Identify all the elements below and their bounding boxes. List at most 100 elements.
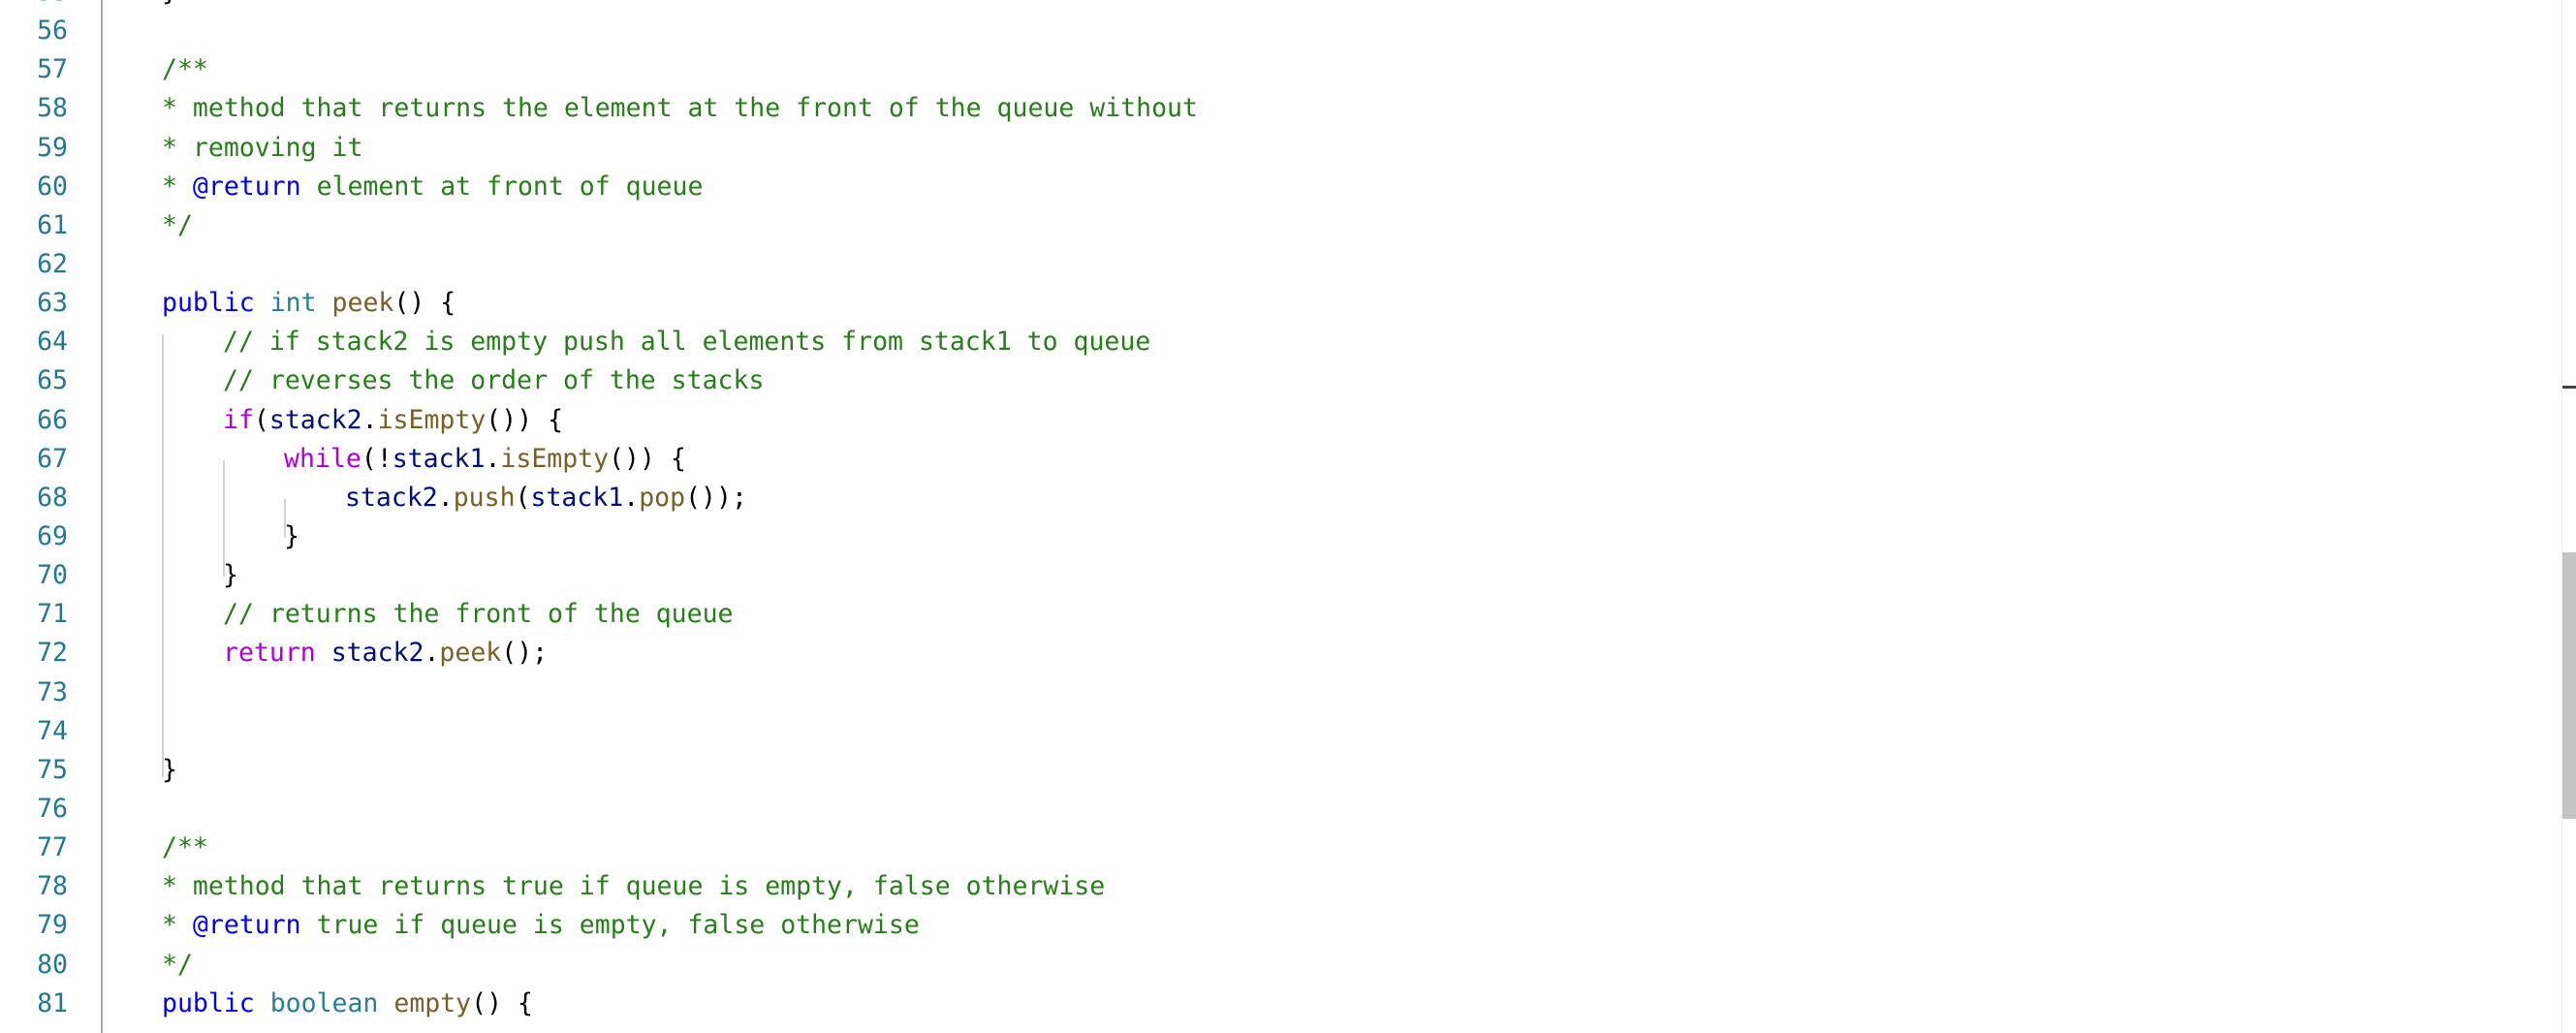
line-number: 70 (37, 560, 68, 591)
code-token: * method that returns true if queue is e… (162, 871, 1106, 902)
code-token: } (162, 754, 177, 785)
line-number: 65 (37, 365, 68, 396)
indent-guide (162, 334, 164, 777)
code-token: isEmpty (500, 443, 610, 474)
code-line[interactable]: 70} (0, 556, 2559, 595)
code-token: ( (253, 404, 269, 435)
line-code: // reverses the order of the stacks (223, 361, 764, 400)
code-line[interactable]: 74 (0, 712, 2559, 751)
code-line[interactable]: 68 stack2.push(stack1.pop()); (0, 479, 2559, 517)
line-code: return stack2.peek(); (223, 634, 548, 673)
code-line[interactable]: 73 (0, 673, 2559, 712)
code-token: () { (471, 987, 533, 1018)
code-line[interactable]: 65 // reverses the order of the stacks (0, 361, 2559, 400)
code-token: // returns the front of the queue (223, 599, 734, 630)
code-line[interactable]: 67 while(!stack1.isEmpty()) { (0, 440, 2559, 479)
line-code: } (162, 751, 177, 790)
code-token: . (424, 638, 440, 669)
code-line[interactable]: 75} (0, 751, 2559, 790)
code-token: pop (639, 482, 686, 513)
code-line[interactable]: 81 public boolean empty() { (0, 985, 2559, 1023)
line-code: * method that returns true if queue is e… (162, 867, 1105, 906)
code-token: */ (162, 949, 193, 980)
line-code: } (162, 0, 177, 12)
line-code: while(!stack1.isEmpty()) { (284, 440, 686, 479)
code-line[interactable]: 59 * removing it (0, 129, 2559, 168)
line-number: 69 (37, 520, 68, 551)
code-line[interactable]: 63 public int peek() { (0, 284, 2559, 323)
line-number: 62 (37, 248, 68, 279)
code-token: /** (162, 54, 208, 85)
code-token: ()); (685, 482, 747, 513)
code-token: public (162, 288, 255, 319)
code-line[interactable]: 62 (0, 245, 2559, 284)
code-token: stack2 (345, 482, 438, 513)
line-code: */ (162, 206, 193, 245)
code-line[interactable]: 60 * @return element at front of queue (0, 168, 2559, 206)
code-line[interactable]: 55} (0, 0, 2559, 12)
code-token: push (453, 482, 516, 513)
line-code: /** (162, 50, 208, 89)
code-editor[interactable]: 55} 56 57 /** 58 * method that returns the el… (0, 0, 2576, 1033)
code-line[interactable]: 61 */ (0, 206, 2559, 245)
code-token: } (162, 0, 177, 7)
code-token: * (162, 171, 193, 202)
line-code: stack2.push(stack1.pop()); (345, 479, 747, 517)
line-code: if(stack2.isEmpty()) { (223, 401, 563, 440)
indent-guide (284, 499, 286, 538)
line-number: 75 (37, 754, 68, 785)
code-token: */ (162, 209, 193, 240)
line-number: 58 (37, 93, 68, 124)
line-number: 60 (37, 171, 68, 202)
code-token: element at front of queue (300, 171, 704, 202)
code-token: int (269, 288, 317, 319)
vertical-scrollbar[interactable] (2561, 0, 2576, 1033)
code-token: peek (331, 288, 394, 319)
indent-guide (223, 460, 225, 577)
code-token: ()) { (486, 404, 564, 435)
scrollbar-thumb[interactable] (2562, 552, 2576, 819)
line-number: 57 (37, 54, 68, 85)
code-line[interactable]: 58 * method that returns the element at t… (0, 89, 2559, 128)
code-line[interactable]: 80 */ (0, 946, 2559, 985)
line-number: 68 (37, 482, 68, 513)
cursor-position-marker (2562, 386, 2576, 389)
code-token: isEmpty (377, 404, 487, 435)
code-line[interactable]: 57 /** (0, 50, 2559, 89)
line-number: 61 (37, 209, 68, 240)
code-line[interactable]: 78 * method that returns true if queue is… (0, 867, 2559, 906)
code-line[interactable]: 79 * @return true if queue is empty, fals… (0, 906, 2559, 945)
code-line[interactable]: 71 // returns the front of the queue (0, 595, 2559, 634)
code-token: * (162, 910, 193, 941)
code-line[interactable]: 69} (0, 517, 2559, 556)
code-token: } (284, 520, 299, 551)
code-line[interactable]: 76 (0, 790, 2559, 829)
line-number: 72 (37, 638, 68, 669)
code-line[interactable]: 64 // if stack2 is empty push all element… (0, 323, 2559, 361)
code-token: if (223, 404, 254, 435)
code-token: // if stack2 is empty push all elements … (223, 327, 1151, 358)
line-number: 67 (37, 443, 68, 474)
line-code: public int peek() { (162, 284, 456, 323)
code-token: stack1 (392, 443, 486, 474)
line-number: 79 (37, 910, 68, 941)
line-number: 76 (37, 793, 68, 824)
code-token: return (223, 638, 316, 669)
code-line[interactable]: 77 /** (0, 829, 2559, 867)
line-code: * @return element at front of queue (162, 168, 703, 206)
code-lines[interactable]: 55} 56 57 /** 58 * method that returns the el… (0, 0, 2559, 1023)
code-line[interactable]: 72 return stack2.peek(); (0, 634, 2559, 673)
line-number: 56 (37, 16, 68, 47)
line-code: * @return true if queue is empty, false … (162, 906, 920, 945)
code-token: . (623, 482, 640, 513)
line-number: 78 (37, 871, 68, 902)
code-token: . (485, 443, 501, 474)
code-line[interactable]: 56 (0, 12, 2559, 50)
code-token: peek (439, 638, 502, 669)
code-line[interactable]: 66 if(stack2.isEmpty()) { (0, 401, 2559, 440)
line-code: // if stack2 is empty push all elements … (223, 323, 1150, 361)
